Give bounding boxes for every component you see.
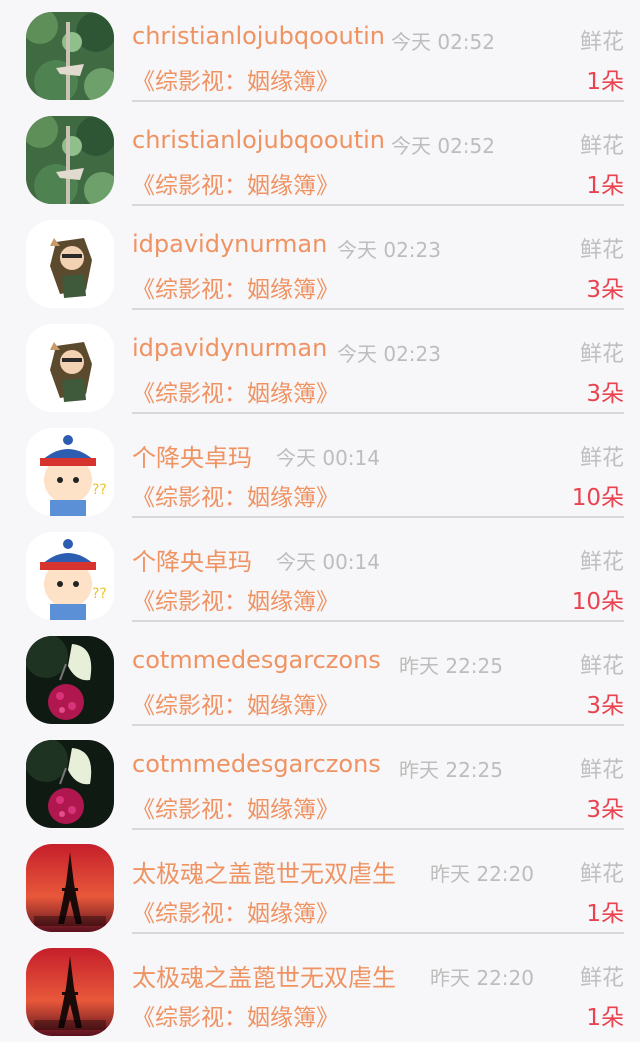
eiffel-tower-sunset-avatar-icon bbox=[26, 948, 114, 1036]
timestamp: 今天 02:52 bbox=[391, 30, 495, 54]
avatar[interactable] bbox=[26, 844, 114, 932]
avatar[interactable] bbox=[26, 324, 114, 412]
gift-count: 3朵 bbox=[586, 693, 624, 719]
timestamp: 昨天 22:20 bbox=[430, 862, 534, 886]
gift-record-list: christianlojubqooutin 今天 02:52 鲜花 《综影视：姻… bbox=[0, 0, 640, 1042]
avatar[interactable] bbox=[26, 12, 114, 100]
row-divider bbox=[132, 620, 624, 622]
user-name[interactable]: 太极魂之盖蓖世无双虐生 bbox=[132, 958, 396, 993]
book-title[interactable]: 《综影视：姻缘簿》 bbox=[132, 62, 339, 96]
anime-character-avatar-icon bbox=[26, 324, 114, 412]
book-title[interactable]: 《综影视：姻缘簿》 bbox=[132, 166, 339, 200]
row-divider bbox=[132, 308, 624, 310]
gift-count: 3朵 bbox=[586, 277, 624, 303]
avatar[interactable] bbox=[26, 116, 114, 204]
book-title[interactable]: 《综影视：姻缘簿》 bbox=[132, 478, 339, 512]
butterfly-flower-avatar-icon bbox=[26, 740, 114, 828]
list-item[interactable]: idpavidynurman 今天 02:23 鲜花 《综影视：姻缘簿》 3朵 bbox=[0, 312, 640, 416]
gift-type-label: 鲜花 bbox=[579, 862, 624, 887]
timestamp: 昨天 22:20 bbox=[430, 966, 534, 990]
book-title[interactable]: 《综影视：姻缘簿》 bbox=[132, 998, 339, 1032]
list-item[interactable]: ?? 个降央卓玛 今天 00:14 鲜花 《综影视：姻缘簿》 10朵 bbox=[0, 520, 640, 624]
svg-text:??: ?? bbox=[92, 586, 107, 602]
anime-character-avatar-icon bbox=[26, 220, 114, 308]
row-divider bbox=[132, 412, 624, 414]
gift-type-label: 鲜花 bbox=[579, 550, 624, 575]
user-name[interactable]: 太极魂之盖蓖世无双虐生 bbox=[132, 854, 396, 889]
timestamp: 昨天 22:25 bbox=[399, 758, 503, 782]
list-item[interactable]: 太极魂之盖蓖世无双虐生 昨天 22:20 鲜花 《综影视：姻缘簿》 1朵 bbox=[0, 936, 640, 1040]
book-title[interactable]: 《综影视：姻缘簿》 bbox=[132, 790, 339, 824]
list-item[interactable]: christianlojubqooutin 今天 02:52 鲜花 《综影视：姻… bbox=[0, 104, 640, 208]
avatar[interactable] bbox=[26, 740, 114, 828]
row-divider bbox=[132, 828, 624, 830]
avatar[interactable]: ?? bbox=[26, 532, 114, 620]
gift-count: 1朵 bbox=[586, 901, 624, 927]
qing-official-cartoon-avatar-icon: ?? bbox=[26, 428, 114, 516]
forest-avatar-icon bbox=[26, 12, 114, 100]
user-name[interactable]: idpavidynurman bbox=[132, 230, 327, 258]
gift-type-label: 鲜花 bbox=[579, 134, 624, 159]
avatar[interactable]: ?? bbox=[26, 428, 114, 516]
gift-type-label: 鲜花 bbox=[579, 342, 624, 367]
book-title[interactable]: 《综影视：姻缘簿》 bbox=[132, 894, 339, 928]
user-name[interactable]: 个降央卓玛 bbox=[132, 438, 252, 473]
list-item[interactable]: cotmmedesgarczons 昨天 22:25 鲜花 《综影视：姻缘簿》 … bbox=[0, 624, 640, 728]
forest-avatar-icon bbox=[26, 116, 114, 204]
gift-type-label: 鲜花 bbox=[579, 30, 624, 55]
user-name[interactable]: cotmmedesgarczons bbox=[132, 646, 381, 674]
list-item[interactable]: christianlojubqooutin 今天 02:52 鲜花 《综影视：姻… bbox=[0, 0, 640, 104]
timestamp: 今天 02:23 bbox=[337, 342, 441, 366]
row-divider bbox=[132, 100, 624, 102]
gift-count: 10朵 bbox=[571, 589, 624, 615]
row-divider bbox=[132, 932, 624, 934]
user-name[interactable]: cotmmedesgarczons bbox=[132, 750, 381, 778]
qing-official-cartoon-avatar-icon: ?? bbox=[26, 532, 114, 620]
list-item[interactable]: ?? 个降央卓玛 今天 00:14 鲜花 《综影视：姻缘簿》 10朵 bbox=[0, 416, 640, 520]
gift-count: 1朵 bbox=[586, 173, 624, 199]
user-name[interactable]: 个降央卓玛 bbox=[132, 542, 252, 577]
row-divider bbox=[132, 204, 624, 206]
timestamp: 今天 02:23 bbox=[337, 238, 441, 262]
list-item[interactable]: idpavidynurman 今天 02:23 鲜花 《综影视：姻缘簿》 3朵 bbox=[0, 208, 640, 312]
gift-type-label: 鲜花 bbox=[579, 446, 624, 471]
book-title[interactable]: 《综影视：姻缘簿》 bbox=[132, 686, 339, 720]
avatar[interactable] bbox=[26, 636, 114, 724]
user-name[interactable]: christianlojubqooutin bbox=[132, 22, 385, 50]
svg-text:??: ?? bbox=[92, 482, 107, 498]
gift-type-label: 鲜花 bbox=[579, 654, 624, 679]
list-item[interactable]: 太极魂之盖蓖世无双虐生 昨天 22:20 鲜花 《综影视：姻缘簿》 1朵 bbox=[0, 832, 640, 936]
timestamp: 今天 02:52 bbox=[391, 134, 495, 158]
gift-count: 3朵 bbox=[586, 381, 624, 407]
gift-count: 1朵 bbox=[586, 69, 624, 95]
timestamp: 昨天 22:25 bbox=[399, 654, 503, 678]
timestamp: 今天 00:14 bbox=[276, 446, 380, 470]
avatar[interactable] bbox=[26, 948, 114, 1036]
list-item[interactable]: cotmmedesgarczons 昨天 22:25 鲜花 《综影视：姻缘簿》 … bbox=[0, 728, 640, 832]
gift-type-label: 鲜花 bbox=[579, 966, 624, 991]
book-title[interactable]: 《综影视：姻缘簿》 bbox=[132, 270, 339, 304]
gift-count: 1朵 bbox=[586, 1005, 624, 1031]
row-divider bbox=[132, 516, 624, 518]
eiffel-tower-sunset-avatar-icon bbox=[26, 844, 114, 932]
user-name[interactable]: christianlojubqooutin bbox=[132, 126, 385, 154]
row-divider bbox=[132, 724, 624, 726]
gift-type-label: 鲜花 bbox=[579, 758, 624, 783]
book-title[interactable]: 《综影视：姻缘簿》 bbox=[132, 374, 339, 408]
gift-type-label: 鲜花 bbox=[579, 238, 624, 263]
gift-count: 3朵 bbox=[586, 797, 624, 823]
butterfly-flower-avatar-icon bbox=[26, 636, 114, 724]
user-name[interactable]: idpavidynurman bbox=[132, 334, 327, 362]
book-title[interactable]: 《综影视：姻缘簿》 bbox=[132, 582, 339, 616]
timestamp: 今天 00:14 bbox=[276, 550, 380, 574]
avatar[interactable] bbox=[26, 220, 114, 308]
gift-count: 10朵 bbox=[571, 485, 624, 511]
